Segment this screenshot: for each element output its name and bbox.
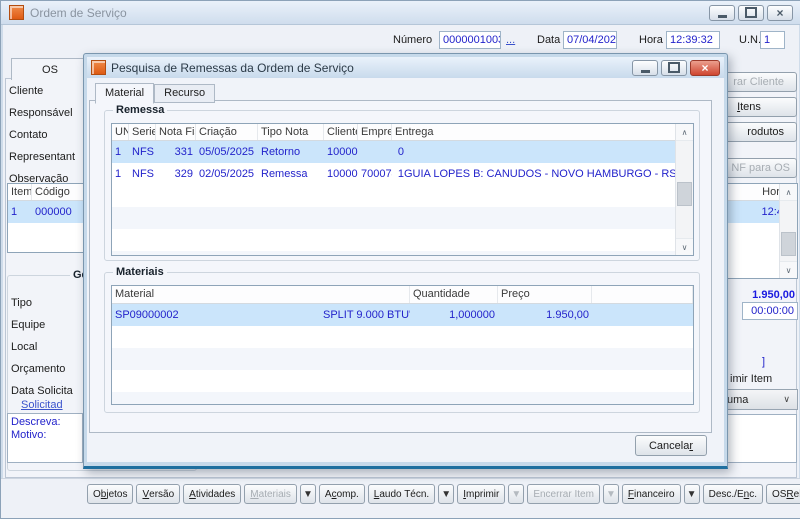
scroll-up-icon[interactable]: ∧ — [676, 124, 693, 141]
materiais-grid: Material Quantidade Preço SP09000002SPLI… — [111, 285, 694, 405]
atividades-button[interactable]: Atividades — [183, 484, 241, 504]
numero-lookup-button[interactable]: ... — [506, 34, 515, 46]
tipo-label: Tipo — [11, 297, 32, 309]
dialog-minimize-button[interactable] — [632, 60, 658, 76]
acomp-button[interactable]: Acomp. — [319, 484, 365, 504]
observacao-box[interactable] — [723, 414, 797, 463]
chevron-down-icon: ∨ — [783, 394, 790, 405]
empresa-column-header[interactable]: Empresa — [358, 124, 392, 140]
maximize-icon — [668, 62, 680, 73]
main-titlebar: Ordem de Serviço × — [1, 1, 800, 25]
materiais-dropdown-arrow-icon[interactable]: ▼ — [300, 484, 316, 504]
tab-os[interactable]: OS — [11, 58, 89, 80]
contato-label: Contato — [9, 129, 48, 141]
tab-recurso[interactable]: Recurso — [154, 84, 215, 103]
materiais-button[interactable]: Materiais — [244, 484, 297, 504]
cliente-column-header[interactable]: Cliente — [324, 124, 358, 140]
minimize-icon — [718, 15, 727, 18]
close-icon: × — [701, 62, 708, 74]
encerrar-item-button[interactable]: Encerrar Item — [527, 484, 600, 504]
laudo-tecn-button[interactable]: Laudo Técn. — [368, 484, 435, 504]
item-column-header[interactable]: Item — [8, 184, 32, 200]
app-icon — [9, 5, 24, 20]
orcamento-label: Orçamento — [11, 363, 65, 375]
quantidade-column-header[interactable]: Quantidade — [410, 286, 498, 303]
material-tabpage: Remessa UN Serie Nota Fiscal Criação Tip… — [89, 100, 712, 433]
desc-enc-button[interactable]: Desc./Enc. — [703, 484, 763, 504]
financeiro-button[interactable]: Financeiro — [622, 484, 681, 504]
tipo-nota-column-header[interactable]: Tipo Nota — [258, 124, 324, 140]
remessa-row[interactable]: 1 NFS 329 02/05/2025 Remessa 100001 7000… — [112, 163, 676, 185]
responsavel-label: Responsável — [9, 107, 73, 119]
materiais-groupbox: Materiais Material Quantidade Preço SP09… — [104, 272, 700, 413]
dialog-titlebar: Pesquisa de Remessas da Ordem de Serviço… — [87, 57, 724, 78]
remessa-grid: UN Serie Nota Fiscal Criação Tipo Nota C… — [111, 123, 694, 256]
close-icon: × — [776, 7, 783, 19]
window-title: Ordem de Serviço — [30, 6, 127, 20]
maximize-button[interactable] — [738, 5, 764, 21]
motivo-textarea[interactable]: Descreva: Motivo: — [7, 413, 83, 463]
dialog-content: Material Recurso Remessa UN Serie Nota F… — [87, 78, 724, 462]
data-label: Data — [537, 34, 560, 46]
scroll-down-icon[interactable]: ∨ — [780, 261, 797, 278]
hora-label: Hora — [639, 34, 663, 46]
bottom-bar: Objetos Versão Atividades Materiais ▼ Ac… — [1, 478, 800, 518]
material-row[interactable]: SP09000002SPLIT 9.000 BTU'S 1,000000 1.9… — [112, 304, 693, 326]
nota-fiscal-column-header[interactable]: Nota Fiscal — [156, 124, 196, 140]
minimize-icon — [641, 70, 650, 73]
scrollbar-thumb[interactable] — [781, 232, 796, 256]
preco-column-header[interactable]: Preço — [498, 286, 592, 303]
imprimir-button[interactable]: Imprimir — [457, 484, 505, 504]
imprimir-item-label: imir Item — [730, 373, 772, 385]
entrega-column-header[interactable]: Entrega — [392, 124, 676, 140]
encerrar-dropdown-arrow-icon[interactable]: ▼ — [603, 484, 619, 504]
data-input[interactable]: 07/04/2025 — [563, 31, 617, 49]
dialog-maximize-button[interactable] — [661, 60, 687, 76]
dialog-close-button[interactable]: × — [690, 60, 720, 76]
imprimir-dropdown-arrow-icon[interactable]: ▼ — [508, 484, 524, 504]
materiais-legend: Materiais — [113, 265, 167, 279]
remessa-scrollbar[interactable]: ∧ ∨ — [675, 124, 693, 255]
scroll-down-icon[interactable]: ∨ — [676, 238, 693, 255]
serie-column-header[interactable]: Serie — [129, 124, 156, 140]
numero-label: Número — [393, 34, 432, 46]
imprimir-item-dropdown[interactable]: uma ∨ — [719, 389, 798, 410]
bracket-text: ] — [762, 356, 765, 368]
vertical-scrollbar[interactable]: ∧ ∨ — [779, 184, 797, 278]
os-relac-button[interactable]: OS Relac. — [766, 484, 800, 504]
data-solicitacao-label: Data Solicita — [11, 385, 73, 397]
objetos-button[interactable]: Objetos — [87, 484, 133, 504]
dialog-title: Pesquisa de Remessas da Ordem de Serviço — [111, 61, 354, 75]
criacao-column-header[interactable]: Criação — [196, 124, 258, 140]
material-column-header[interactable]: Material — [112, 286, 410, 303]
tab-material[interactable]: Material — [95, 83, 154, 104]
un-input[interactable]: 1 — [760, 31, 785, 49]
representante-label: Representant — [9, 151, 75, 163]
pesquisa-remessas-dialog: Pesquisa de Remessas da Ordem de Serviço… — [83, 53, 728, 469]
cliente-label: Cliente — [9, 85, 43, 97]
dialog-tabs: Material Recurso — [95, 82, 215, 103]
dialog-app-icon — [91, 60, 106, 75]
ordem-de-servico-window: Ordem de Serviço × Número 000000100396 .… — [0, 0, 800, 519]
maximize-icon — [745, 7, 757, 18]
hora-input[interactable]: 12:39:32 — [666, 31, 720, 49]
un-label: U.N. — [739, 34, 761, 46]
remessa-legend: Remessa — [113, 103, 167, 117]
close-button[interactable]: × — [767, 5, 793, 21]
versao-button[interactable]: Versão — [136, 484, 180, 504]
solicitado-link[interactable]: Solicitad — [21, 399, 63, 411]
minimize-button[interactable] — [709, 5, 735, 21]
laudo-dropdown-arrow-icon[interactable]: ▼ — [438, 484, 454, 504]
equipe-label: Equipe — [11, 319, 45, 331]
remessa-row[interactable]: 1 NFS 331 05/05/2025 Retorno 100001 0 — [112, 141, 676, 163]
tempo-input[interactable]: 00:00:00 — [742, 302, 798, 320]
scroll-up-icon[interactable]: ∧ — [780, 184, 797, 201]
remessa-groupbox: Remessa UN Serie Nota Fiscal Criação Tip… — [104, 110, 700, 261]
un-column-header[interactable]: UN — [112, 124, 129, 140]
cancelar-button[interactable]: Cancelar — [635, 435, 707, 456]
local-label: Local — [11, 341, 37, 353]
financeiro-dropdown-arrow-icon[interactable]: ▼ — [684, 484, 700, 504]
numero-input[interactable]: 000000100396 — [439, 31, 501, 49]
scrollbar-thumb[interactable] — [677, 182, 692, 206]
